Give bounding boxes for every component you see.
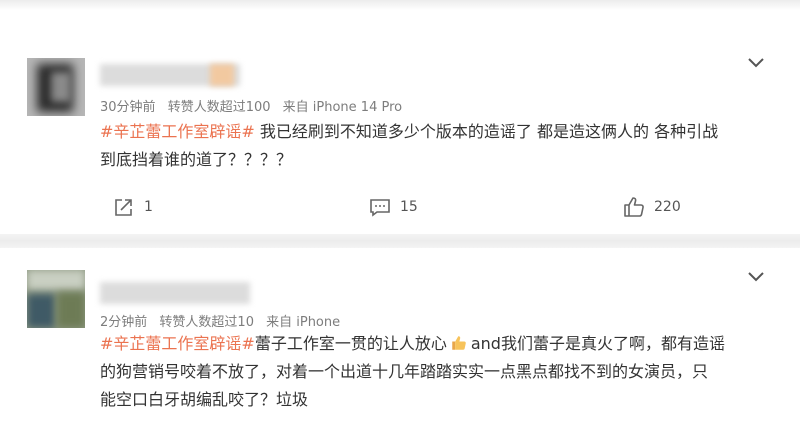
post-time: 30分钟前 xyxy=(100,100,156,115)
chevron-down-icon[interactable] xyxy=(746,268,766,282)
repost-count: 转赞人数超过100 xyxy=(167,100,271,115)
repost-count: 转赞人数超过10 xyxy=(159,315,254,330)
action-bar: 1 15 220 xyxy=(0,195,800,225)
comment-meta: 2分钟前 转赞人数超过10 来自 iPhone xyxy=(100,311,348,330)
text-line-3: 能空口白牙胡编乱咬了？垃圾 xyxy=(100,390,309,409)
like-count: 220 xyxy=(654,199,681,215)
comment-icon xyxy=(370,199,390,217)
post-source: 来自 iPhone xyxy=(266,315,341,330)
post-time: 2分钟前 xyxy=(100,315,148,330)
comment-card-2: 2分钟前 转赞人数超过10 来自 iPhone #辛芷蕾工作室辟谣#蕾子工作室一… xyxy=(0,248,800,447)
comment-button[interactable]: 15 xyxy=(368,195,418,219)
share-icon xyxy=(115,199,132,216)
section-divider xyxy=(0,234,800,248)
hashtag-link[interactable]: #辛芷蕾工作室辟谣# xyxy=(100,334,255,353)
avatar[interactable] xyxy=(27,270,85,328)
chevron-down-icon[interactable] xyxy=(746,54,766,68)
thumbs-up-emoji-icon xyxy=(450,333,468,351)
share-count: 1 xyxy=(144,199,153,215)
comment-meta: 30分钟前 转赞人数超过100 来自 iPhone 14 Pro xyxy=(100,96,410,115)
text-line-1b: and我们蕾子是真火了啊，都有造谣 xyxy=(470,334,725,353)
comment-text: #辛芷蕾工作室辟谣#蕾子工作室一贯的让人放心 and我们蕾子是真火了啊，都有造谣 … xyxy=(100,330,790,414)
text-line-1: 我已经刷到不知道多少个版本的造谣了 都是造这俩人的 各种引战 xyxy=(254,122,719,141)
comment-count: 15 xyxy=(400,199,418,215)
comment-card-1: 30分钟前 转赞人数超过100 来自 iPhone 14 Pro #辛芷蕾工作室… xyxy=(0,0,800,232)
text-line-2: 的狗营销号咬着不放了，对着一个出道十几年踏踏实实一点黑点都找不到的女演员，只 xyxy=(100,362,709,381)
avatar[interactable] xyxy=(27,58,85,116)
thumbs-up-icon xyxy=(624,197,644,217)
text-line-2: 到底挡着谁的道了？？？？ xyxy=(100,150,293,169)
user-badge-blurred xyxy=(210,64,234,86)
text-line-1a: 蕾子工作室一贯的让人放心 xyxy=(254,334,447,353)
post-source: 来自 iPhone 14 Pro xyxy=(282,100,403,115)
like-button[interactable]: 220 xyxy=(622,195,681,219)
comment-text: #辛芷蕾工作室辟谣# 我已经刷到不知道多少个版本的造谣了 都是造这俩人的 各种引… xyxy=(100,118,790,174)
username-blurred[interactable] xyxy=(100,282,250,304)
hashtag-link[interactable]: #辛芷蕾工作室辟谣# xyxy=(100,122,255,141)
share-button[interactable]: 1 xyxy=(112,195,153,219)
